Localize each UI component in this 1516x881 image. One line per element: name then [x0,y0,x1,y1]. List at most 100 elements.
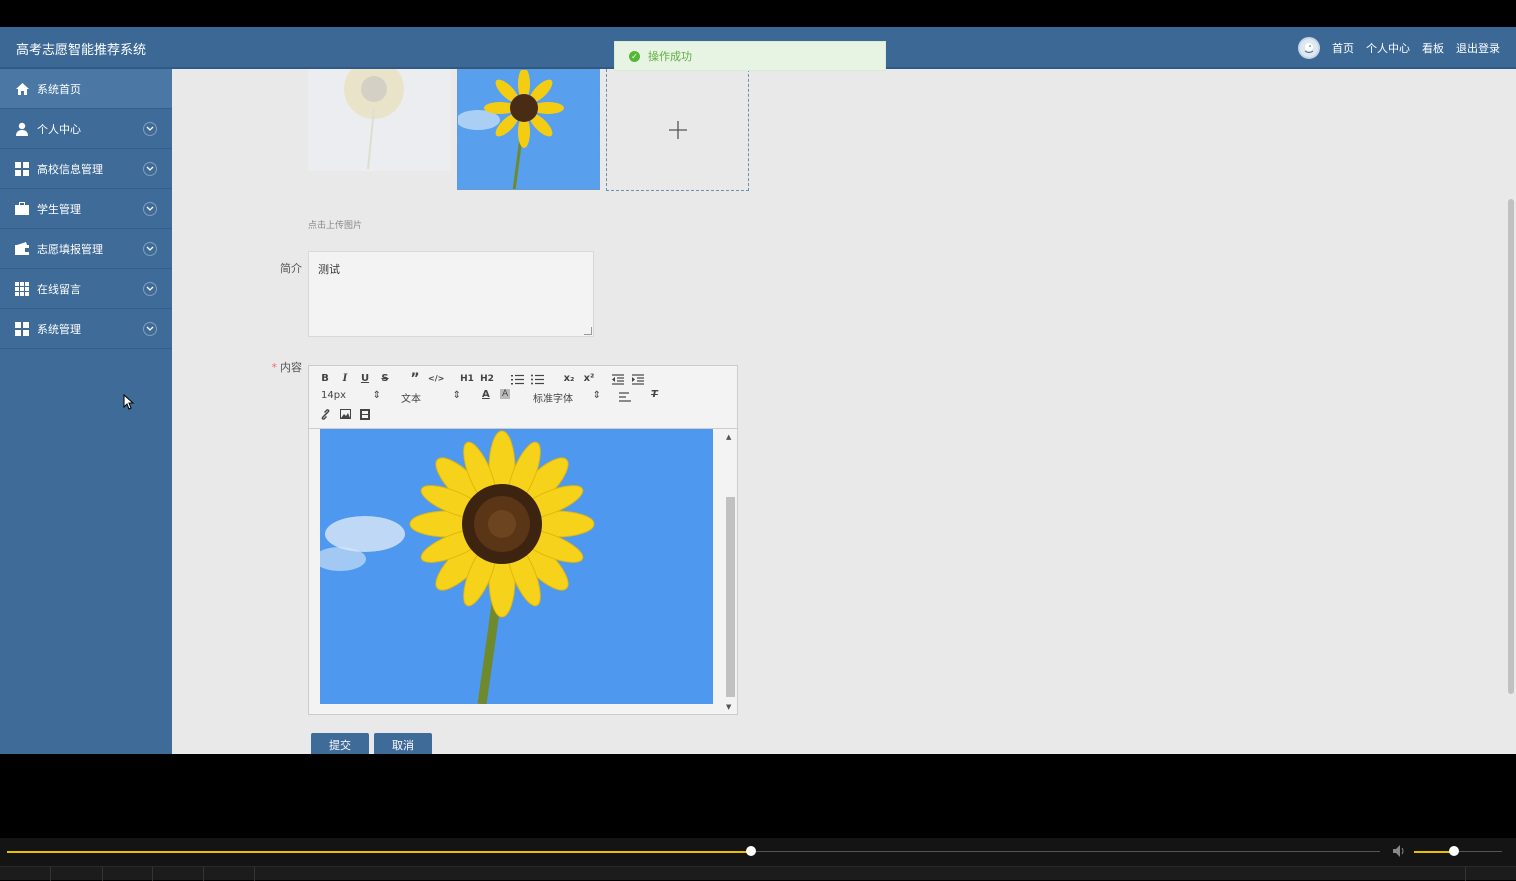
subscript-button[interactable]: x₂ [561,372,577,386]
outdent-icon[interactable] [612,374,624,385]
link-icon[interactable] [320,409,331,420]
volume-knob[interactable] [1448,846,1459,856]
mouse-cursor-icon [123,394,135,410]
toast-message: 操作成功 [648,50,692,63]
upload-hint: 点击上传图片 [308,221,363,231]
chevron-down-icon [143,281,157,296]
ordered-list-icon[interactable] [511,374,524,385]
content-label: * 内容 [242,359,303,375]
align-left-icon[interactable] [619,392,631,402]
strip-divider [1465,867,1466,881]
duck-avatar-icon [1304,43,1314,53]
chevron-down-icon [143,121,157,136]
nav-profile-link[interactable]: 个人中心 [1366,40,1410,56]
italic-button[interactable]: I [338,372,352,386]
background-color-icon[interactable]: A [500,389,511,399]
font-family-value: 标准字体 [533,394,573,405]
main-content: 点击上传图片 简介 测试 * 内容 B I U S ” </> H1 H2 x₂ … [172,59,1516,754]
sidebar-item-system[interactable]: 系统管理 [0,309,172,349]
sidebar-item-home[interactable]: 系统首页 [0,69,172,109]
scroll-down-icon[interactable]: ▼ [726,703,731,711]
strip-divider [254,867,255,881]
format-value: 文本 [401,394,421,405]
content-label-text: 内容 [280,361,302,374]
font-family-select[interactable]: 标准字体 ⇕ [533,390,601,405]
playback-remaining[interactable] [751,851,1380,852]
avatar[interactable] [1298,37,1320,59]
intro-textarea[interactable]: 测试 [308,251,594,337]
rich-text-editor: B I U S ” </> H1 H2 x₂ x² 14px ⇕ 文本 ⇕ A A … [308,365,738,715]
cancel-button[interactable]: 取消 [374,733,432,754]
blockquote-button[interactable]: ” [408,372,422,386]
editor-scrollbar[interactable]: ▲ ▼ [723,433,737,711]
sidebar-item-label: 在线留言 [37,282,81,296]
sidebar-item-label: 志愿填报管理 [37,242,103,256]
indent-icon[interactable] [632,374,644,385]
plus-icon [668,120,687,139]
playback-knob[interactable] [746,846,757,856]
nav-logout-link[interactable]: 退出登录 [1456,40,1500,56]
page-scrollbar[interactable] [1506,69,1516,754]
sidebar-item-label: 系统管理 [37,322,81,336]
submit-button[interactable]: 提交 [311,733,369,754]
sidebar-item-colleges[interactable]: 高校信息管理 [0,149,172,189]
grid-icon [14,161,30,177]
uploaded-image-thumbnail[interactable] [457,69,600,190]
sunflower-image [320,429,713,704]
image-upload-button[interactable] [606,69,749,191]
strike-button[interactable]: S [378,372,392,386]
user-icon [14,121,30,137]
nav-dashboard-link[interactable]: 看板 [1422,40,1444,56]
volume-level[interactable] [1414,851,1454,853]
select-arrows-icon: ⇕ [592,390,601,401]
scroll-thumb[interactable] [726,497,735,697]
intro-label: 简介 [280,262,302,275]
chevron-down-icon [143,241,157,256]
sidebar-item-messages[interactable]: 在线留言 [0,269,172,309]
superscript-button[interactable]: x² [581,372,597,386]
app-window: 高考志愿智能推荐系统 首页 个人中心 看板 退出登录 系统首页 个人中心 高校信… [0,27,1516,754]
chevron-down-icon [143,321,157,336]
sidebar-item-label: 学生管理 [37,202,81,216]
volume-remaining[interactable] [1453,851,1502,852]
h2-button[interactable]: H2 [478,372,496,386]
select-arrows-icon: ⇕ [372,390,381,401]
resize-handle-icon[interactable] [584,327,592,335]
format-select[interactable]: 文本 ⇕ [401,390,461,405]
video-icon[interactable] [360,409,370,420]
h1-button[interactable]: H1 [458,372,476,386]
success-toast: ✓ 操作成功 [614,41,886,71]
wallet-icon [14,241,30,257]
strip-divider [203,867,204,881]
page-scroll-thumb[interactable] [1508,199,1514,694]
clear-format-icon[interactable]: T [651,389,658,400]
playback-progress[interactable] [7,851,752,853]
sidebar-item-profile[interactable]: 个人中心 [0,109,172,149]
strip-divider [152,867,153,881]
uploaded-image-faded [308,59,451,171]
font-size-select[interactable]: 14px ⇕ [321,390,381,401]
editor-content[interactable]: ▲ ▼ [309,429,737,714]
chevron-down-icon [143,161,157,176]
sidebar-item-applications[interactable]: 志愿填报管理 [0,229,172,269]
sidebar-item-label: 高校信息管理 [37,162,103,176]
sidebar-item-students[interactable]: 学生管理 [0,189,172,229]
volume-icon[interactable] [1392,844,1408,858]
home-icon [14,81,30,97]
bold-button[interactable]: B [318,372,332,386]
image-icon[interactable] [340,409,351,419]
check-circle-icon: ✓ [629,50,640,62]
bullet-list-icon[interactable] [531,374,544,385]
scroll-up-icon[interactable]: ▲ [726,433,731,441]
strip-divider [102,867,103,881]
app-title: 高考志愿智能推荐系统 [16,43,147,58]
underline-button[interactable]: U [358,372,372,386]
sidebar-item-label: 系统首页 [37,82,81,96]
font-color-icon[interactable]: A [482,389,490,400]
select-arrows-icon: ⇕ [452,390,461,401]
nav-home-link[interactable]: 首页 [1332,40,1354,56]
code-button[interactable]: </> [428,372,444,386]
sidebar-item-label: 个人中心 [37,122,81,136]
apps-icon [14,281,30,297]
editor-toolbar: B I U S ” </> H1 H2 x₂ x² 14px ⇕ 文本 ⇕ A A … [309,366,737,429]
